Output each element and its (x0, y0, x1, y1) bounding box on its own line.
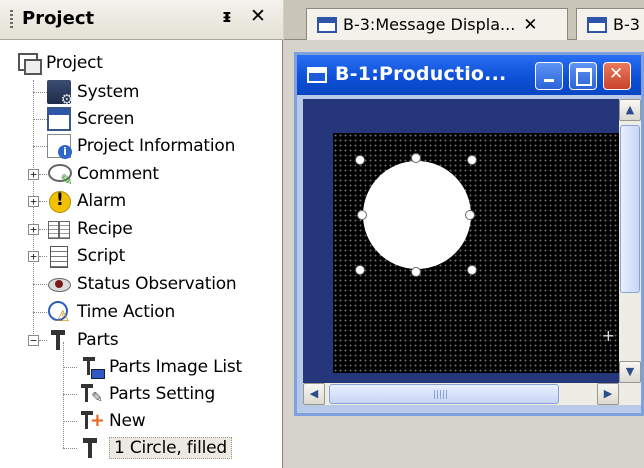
alarm-icon (47, 189, 71, 213)
tree-item-recipe[interactable]: Recipe (47, 216, 133, 242)
tree-item-label: Status Observation (77, 274, 237, 294)
filled-circle-shape[interactable] (363, 161, 471, 269)
status-observation-icon (47, 272, 71, 296)
tree-item-label: Time Action (77, 302, 176, 322)
tree-item-label: Alarm (77, 191, 127, 211)
tree-item-alarm[interactable]: Alarm (47, 188, 126, 214)
horizontal-scroll-thumb[interactable] (329, 384, 559, 404)
scroll-down-button[interactable]: ▼ (619, 361, 641, 383)
tree-item-label: Parts Image List (109, 357, 242, 377)
tree-item-time-action[interactable]: Time Action (47, 299, 175, 325)
expand-comment-button[interactable]: + (28, 169, 39, 180)
expand-recipe-button[interactable]: + (28, 224, 39, 235)
scroll-up-button[interactable]: ▲ (619, 99, 641, 121)
window-icon (317, 16, 337, 33)
tree-item-status-observation[interactable]: Status Observation (47, 271, 237, 297)
resize-handle-ne[interactable] (467, 155, 477, 165)
screen-editor-client: + (303, 99, 619, 383)
scroll-right-button[interactable]: ▶ (597, 383, 619, 405)
time-action-icon (47, 300, 71, 325)
window-titlebar[interactable]: B-1:Productio... (297, 55, 641, 95)
resize-handle-w[interactable] (357, 210, 367, 220)
tree-item-new[interactable]: + New (79, 408, 146, 434)
close-pane-icon[interactable]: ✕ (250, 5, 266, 27)
horizontal-scrollbar[interactable]: ◀ ▶ (303, 383, 619, 405)
close-window-button[interactable] (603, 62, 631, 90)
part-icon (79, 436, 103, 460)
resize-handle-n[interactable] (411, 153, 421, 163)
parts-setting-icon: ✎ (79, 382, 103, 406)
size-grip[interactable] (619, 383, 641, 405)
resize-handle-sw[interactable] (355, 265, 365, 275)
tree-item-label: 1 Circle, filled (109, 437, 232, 459)
vertical-scroll-thumb[interactable] (620, 125, 640, 293)
collapse-parts-button[interactable]: − (28, 335, 39, 346)
tree-item-project[interactable]: Project (16, 50, 103, 76)
crosshair-cursor-icon: + (601, 326, 615, 345)
resize-handle-se[interactable] (467, 265, 477, 275)
scroll-left-button[interactable]: ◀ (303, 383, 325, 405)
project-pane-title: Project (22, 8, 95, 29)
project-info-icon (47, 134, 72, 159)
tab-label: B-3:Message Displa... (343, 15, 516, 34)
mdi-window-b1: B-1:Productio... + ▲ ▼ (294, 52, 644, 416)
tree-item-label: Project (46, 53, 103, 73)
tab-label: B-3 (613, 15, 640, 34)
document-area: B-3:Message Displa... ✕ B-3 B-1:Producti… (284, 0, 644, 468)
tree-item-label: New (109, 411, 146, 431)
tree-item-label: Parts (77, 330, 119, 350)
maximize-button[interactable] (569, 62, 597, 90)
project-icon (16, 51, 42, 75)
drag-grip[interactable] (10, 10, 13, 30)
system-icon (47, 80, 73, 108)
resize-handle-nw[interactable] (355, 155, 365, 165)
resize-handle-s[interactable] (411, 267, 421, 277)
tree-item-parts-setting[interactable]: ✎ Parts Setting (79, 381, 215, 407)
tree-item-label: Script (77, 246, 126, 266)
drawing-canvas[interactable]: + (333, 133, 619, 373)
tree-item-script[interactable]: Script (47, 243, 125, 269)
tree-item-label: Recipe (77, 219, 133, 239)
expand-script-button[interactable]: + (28, 251, 39, 262)
tree-item-screen[interactable]: Screen (47, 106, 134, 132)
window-icon (587, 16, 607, 33)
parts-image-list-icon (79, 355, 105, 379)
tree-item-label: Project Information (77, 136, 236, 156)
script-icon (47, 244, 71, 268)
tree-item-project-information[interactable]: Project Information (47, 133, 235, 159)
tree-item-label: Comment (77, 164, 159, 184)
tree-item-label: Screen (77, 109, 135, 129)
tree-item-comment[interactable]: Comment (47, 161, 159, 189)
window-icon (307, 67, 327, 83)
recipe-icon (47, 217, 71, 241)
tree-item-parts-image-list[interactable]: Parts Image List (79, 354, 242, 380)
tab-strip: B-3:Message Displa... ✕ B-3 (284, 0, 644, 40)
comment-icon (47, 162, 73, 189)
pin-icon[interactable]: ᵻ (222, 6, 232, 27)
project-pane-header: Project ᵻ ✕ (0, 0, 283, 40)
close-tab-icon[interactable]: ✕ (523, 15, 537, 35)
new-part-icon: + (79, 409, 105, 433)
tree-item-label: Parts Setting (109, 384, 216, 404)
window-title: B-1:Productio... (335, 63, 507, 85)
minimize-button[interactable] (535, 62, 563, 90)
project-tree: Project System Screen Project Informatio… (0, 40, 283, 468)
tree-item-system[interactable]: System (47, 79, 140, 108)
tree-item-label: System (77, 82, 140, 102)
tab-b3[interactable]: B-3 (576, 8, 644, 40)
resize-handle-e[interactable] (465, 210, 475, 220)
tab-b3-message-display[interactable]: B-3:Message Displa... ✕ (306, 8, 568, 40)
vertical-scrollbar[interactable]: ▲ ▼ (619, 99, 641, 383)
expand-alarm-button[interactable]: + (28, 196, 39, 207)
tree-item-1-circle-filled[interactable]: 1 Circle, filled (79, 435, 232, 461)
screen-icon (47, 107, 71, 131)
parts-icon (47, 328, 71, 352)
project-pane: Project ᵻ ✕ Project System (0, 0, 283, 468)
tree-item-parts[interactable]: Parts (47, 327, 119, 353)
